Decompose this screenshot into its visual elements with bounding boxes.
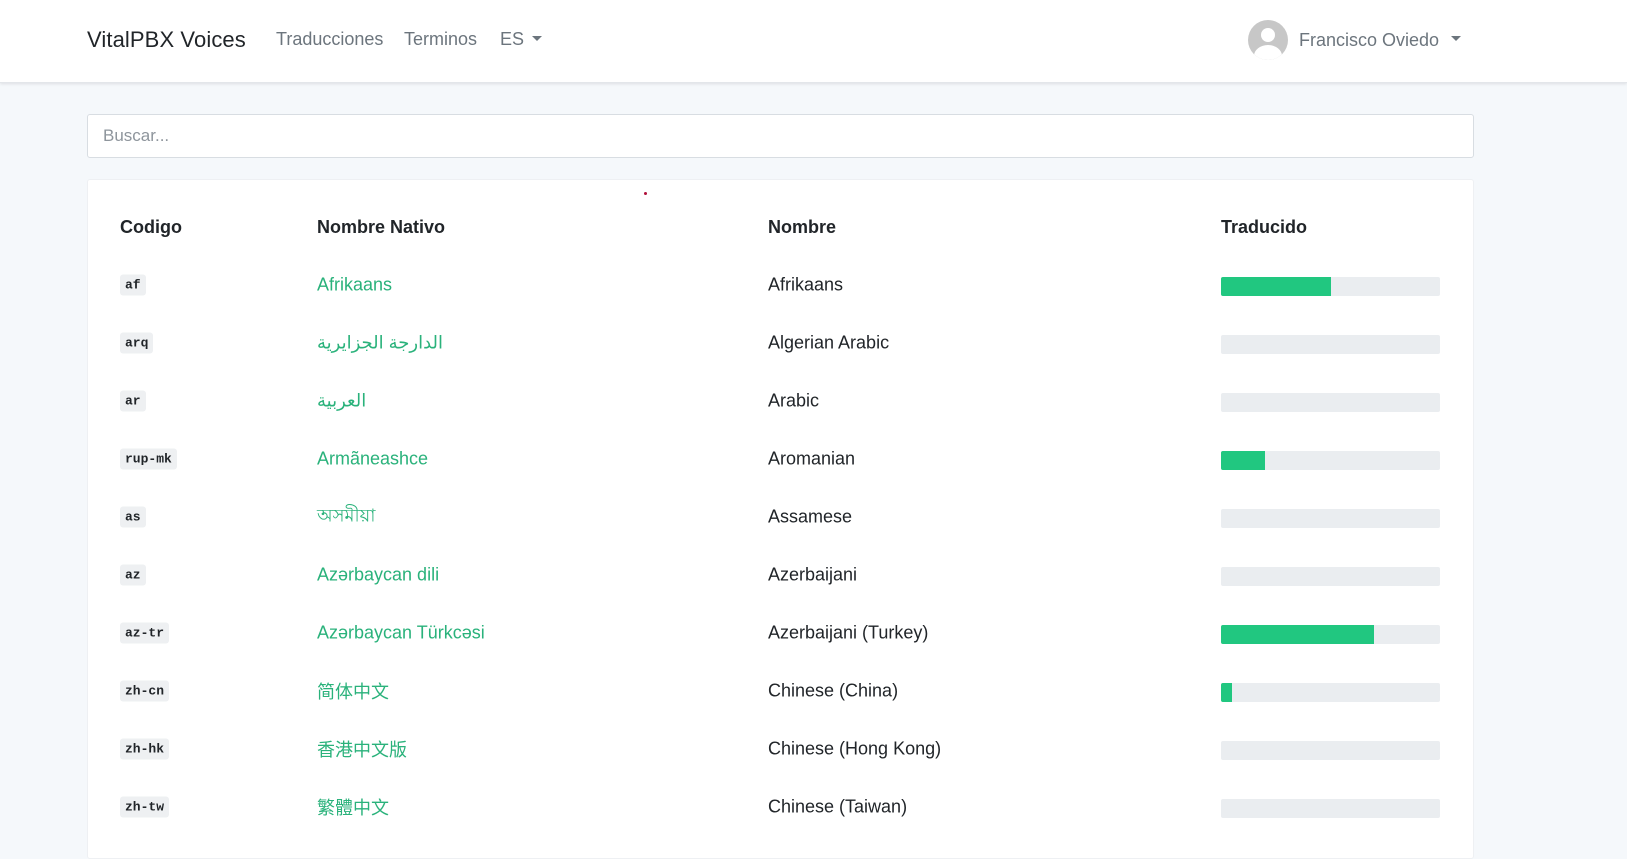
- header-traducido: Traducido: [1221, 217, 1308, 237]
- language-dropdown[interactable]: ES: [500, 29, 543, 50]
- translation-progress: [1221, 277, 1440, 296]
- native-name-link[interactable]: Azərbaycan dili: [317, 565, 439, 586]
- native-name-link[interactable]: Azərbaycan Türkcəsi: [317, 623, 485, 644]
- language-code: zh-hk: [120, 738, 170, 760]
- native-name-link[interactable]: 香港中文版: [317, 736, 407, 762]
- translation-progress: [1221, 741, 1440, 760]
- translation-progress: [1221, 335, 1440, 354]
- language-name: Chinese (China): [768, 680, 899, 701]
- table-row: zh-tw 繁體中文 Chinese (Taiwan): [87, 778, 1474, 836]
- table-row: zh-cn 简体中文 Chinese (China): [87, 662, 1474, 720]
- language-code: af: [120, 274, 146, 296]
- table-row: az-tr Azərbaycan Türkcəsi Azerbaijani (T…: [87, 604, 1474, 662]
- user-menu[interactable]: Francisco Oviedo: [1248, 20, 1462, 60]
- language-name: Chinese (Hong Kong): [768, 738, 942, 759]
- language-name: Chinese (Taiwan): [768, 796, 908, 817]
- language-name: Afrikaans: [768, 274, 844, 295]
- language-name: Aromanian: [768, 448, 856, 469]
- header-nombre-nativo: Nombre Nativo: [317, 217, 446, 237]
- progress-fill: [1221, 683, 1232, 702]
- table-row: rup-mk Armãneashce Aromanian: [87, 430, 1474, 488]
- table-row: az Azərbaycan dili Azerbaijani: [87, 546, 1474, 604]
- native-name-link[interactable]: العربية: [317, 391, 366, 412]
- user-name: Francisco Oviedo: [1299, 29, 1440, 50]
- table-row: ar العربية Arabic: [87, 372, 1474, 430]
- header-nombre: Nombre: [768, 217, 837, 237]
- caret-down-icon: [532, 36, 543, 42]
- table-row: arq الدارجة الجزايرية Algerian Arabic: [87, 314, 1474, 372]
- language-code: as: [120, 506, 146, 528]
- language-code: ar: [120, 390, 146, 412]
- language-code: rup-mk: [120, 448, 177, 470]
- native-name-link[interactable]: الدارجة الجزايرية: [317, 333, 443, 354]
- translation-progress: [1221, 451, 1440, 470]
- language-code: az: [120, 564, 146, 586]
- search-input[interactable]: [87, 114, 1474, 158]
- native-name-link[interactable]: 简体中文: [317, 678, 389, 704]
- translation-progress: [1221, 567, 1440, 586]
- native-name-link[interactable]: 繁體中文: [317, 794, 389, 820]
- nav-link-traducciones[interactable]: Traducciones: [276, 29, 383, 50]
- language-code: arq: [120, 332, 154, 354]
- table-row: af Afrikaans Afrikaans: [87, 256, 1474, 314]
- brand-link[interactable]: VitalPBX Voices: [87, 27, 246, 53]
- language-name: Assamese: [768, 506, 853, 527]
- table-row: zh-hk 香港中文版 Chinese (Hong Kong): [87, 720, 1474, 778]
- language-name: Azerbaijani (Turkey): [768, 622, 929, 643]
- language-name: Algerian Arabic: [768, 332, 890, 353]
- language-name: Azerbaijani: [768, 564, 858, 585]
- translation-progress: [1221, 799, 1440, 818]
- user-avatar-icon: [1248, 20, 1288, 60]
- progress-fill: [1221, 625, 1375, 644]
- table-row: as অসমীয়া Assamese: [87, 488, 1474, 546]
- language-code: zh-cn: [120, 680, 170, 702]
- translation-progress: [1221, 393, 1440, 412]
- language-label: ES: [500, 29, 525, 49]
- native-name-link[interactable]: অসমীয়া: [317, 502, 375, 533]
- language-name: Arabic: [768, 390, 820, 411]
- nav-link-terminos[interactable]: Terminos: [404, 29, 477, 50]
- progress-fill: [1221, 277, 1331, 296]
- top-navbar: VitalPBX Voices Traducciones Terminos ES…: [0, 0, 1627, 83]
- language-code: zh-tw: [120, 796, 170, 818]
- header-codigo: Codigo: [120, 217, 182, 237]
- progress-fill: [1221, 451, 1265, 470]
- native-name-link[interactable]: Afrikaans: [317, 275, 392, 296]
- translation-progress: [1221, 625, 1440, 644]
- translation-progress: [1221, 509, 1440, 528]
- native-name-link[interactable]: Armãneashce: [317, 449, 428, 470]
- caret-down-icon: [1451, 36, 1462, 41]
- language-code: az-tr: [120, 622, 170, 644]
- translation-progress: [1221, 683, 1440, 702]
- decorative-dot: [644, 192, 647, 195]
